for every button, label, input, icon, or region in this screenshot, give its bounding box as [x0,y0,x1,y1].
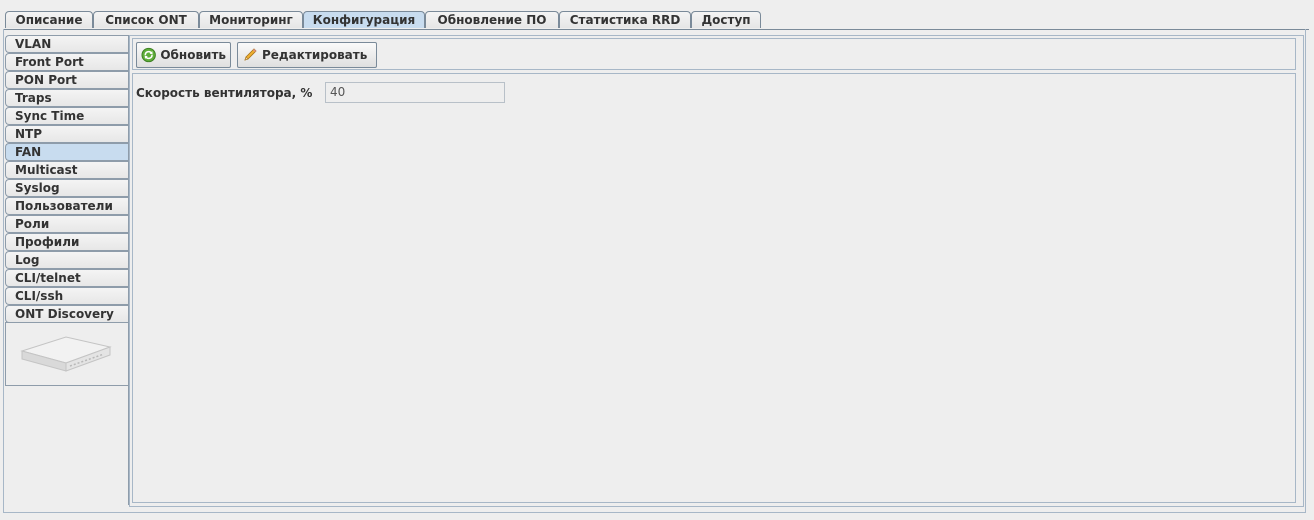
fan-speed-label: Скорость вентилятора, % [136,86,313,100]
side-tab-vlan[interactable]: VLAN [5,35,129,53]
tab-firmware-update[interactable]: Обновление ПО [425,11,559,28]
device-image-box [5,322,129,386]
pencil-icon [244,48,257,61]
bottom-border [3,512,1306,513]
edit-button-label: Редактировать [262,48,368,62]
side-tab-multicast[interactable]: Multicast [5,161,129,179]
edit-button[interactable]: Редактировать [237,42,377,68]
tab-description[interactable]: Описание [5,11,93,28]
side-tab-log[interactable]: Log [5,251,129,269]
refresh-button[interactable]: Обновить [136,42,231,68]
refresh-icon [141,47,156,63]
side-tab-sync-time[interactable]: Sync Time [5,107,129,125]
side-tab-ntp[interactable]: NTP [5,125,129,143]
side-tab-users[interactable]: Пользователи [5,197,129,215]
side-tab-syslog[interactable]: Syslog [5,179,129,197]
tab-access[interactable]: Доступ [691,11,761,28]
side-tab-front-port[interactable]: Front Port [5,53,129,71]
tab-ont-list[interactable]: Список ONT [93,11,199,28]
side-tab-profiles[interactable]: Профили [5,233,129,251]
side-tab-traps[interactable]: Traps [5,89,129,107]
fan-settings-panel [132,73,1296,503]
side-tab-roles[interactable]: Роли [5,215,129,233]
side-tab-fan[interactable]: FAN [5,143,129,161]
tab-monitoring[interactable]: Мониторинг [199,11,303,28]
tab-configuration[interactable]: Конфигурация [303,11,425,28]
fan-speed-field[interactable]: 40 [325,82,505,103]
tab-rrd-statistics[interactable]: Статистика RRD [559,11,691,28]
side-tab-cli-telnet[interactable]: CLI/telnet [5,269,129,287]
refresh-button-label: Обновить [160,48,226,62]
side-tab-pon-port[interactable]: PON Port [5,71,129,89]
olt-device-icon [20,336,112,372]
side-tab-cli-ssh[interactable]: CLI/ssh [5,287,129,305]
side-tab-ont-discovery[interactable]: ONT Discovery [5,305,129,323]
